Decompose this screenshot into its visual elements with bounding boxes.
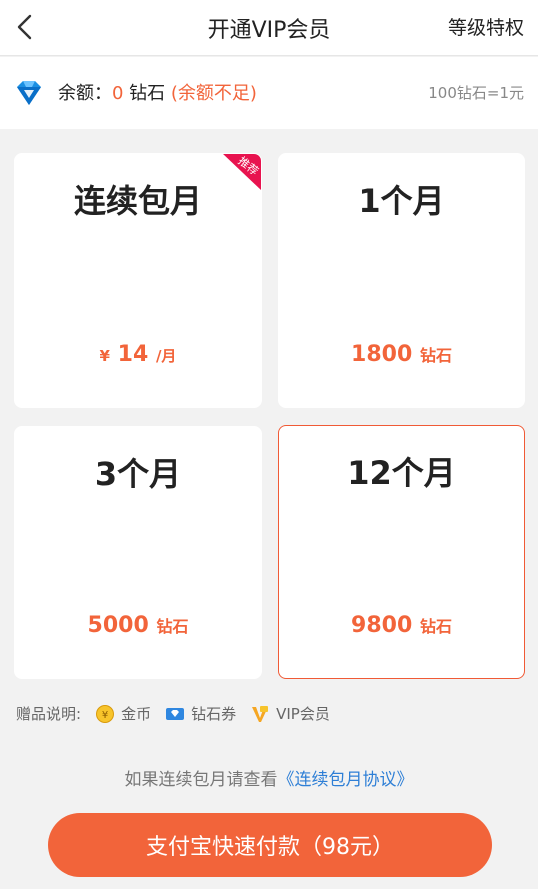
plan-card-3-months[interactable]: 3个月 5000 钻石: [14, 426, 262, 679]
plan-price: 9800 钻石: [351, 613, 452, 638]
exchange-rate: 100钻石=1元: [428, 84, 524, 102]
plan-title: 12个月: [347, 454, 456, 492]
alipay-pay-button[interactable]: 支付宝快速付款（98元）: [48, 813, 492, 877]
plan-title: 3个月: [94, 455, 182, 493]
level-privileges-link[interactable]: 等级特权: [448, 13, 524, 40]
monthly-agreement-link[interactable]: 《连续包月协议》: [278, 770, 414, 790]
plan-card-monthly-subscription[interactable]: 连续包月 推荐 ¥ 14 /月: [14, 153, 262, 408]
plan-title: 1个月: [358, 182, 445, 220]
balance-bar: 余额：0 钻石 (余额不足) 100钻石=1元: [0, 57, 538, 129]
agreement-notice: 如果连续包月请查看《连续包月协议》: [0, 765, 538, 790]
balance-amount: 0: [112, 83, 124, 104]
diamond-icon: [17, 81, 41, 105]
balance-warning: (余额不足): [170, 83, 257, 104]
plan-card-1-month[interactable]: 1个月 1800 钻石: [278, 153, 525, 408]
top-navigation-bar: 开通VIP会员 等级特权: [0, 0, 538, 56]
gift-label: 赠品说明:: [16, 705, 82, 723]
recommended-badge: 推荐: [223, 154, 261, 191]
plan-price: 5000 钻石: [87, 613, 189, 638]
diamond-coupon-icon: [166, 707, 185, 720]
vip-badge-icon: [252, 705, 269, 722]
gift-description: 赠品说明: ¥ 金币 钻石券 VIP会员: [16, 703, 330, 724]
balance-text: 余额：0 钻石 (余额不足): [58, 79, 257, 105]
agreement-prefix: 如果连续包月请查看: [124, 770, 278, 790]
plan-price: 1800 钻石: [351, 342, 452, 367]
gold-coin-icon: ¥: [96, 704, 115, 723]
svg-text:¥: ¥: [102, 710, 108, 721]
gift-item-label: 金币: [121, 705, 152, 723]
plan-card-12-months[interactable]: 12个月 9800 钻石: [278, 425, 525, 679]
gift-item-label: VIP会员: [276, 705, 330, 723]
gift-item-label: 钻石券: [191, 705, 237, 723]
plan-price: ¥ 14 /月: [99, 342, 177, 367]
balance-label: 余额：: [58, 83, 112, 104]
balance-unit: 钻石: [123, 83, 171, 104]
